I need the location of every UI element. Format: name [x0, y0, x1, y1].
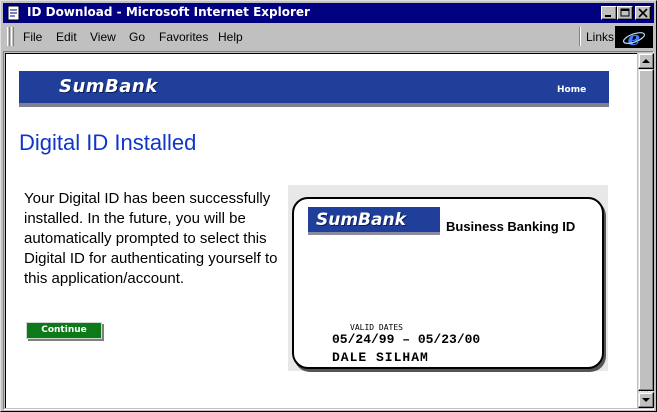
- links-toolbar[interactable]: Links: [586, 30, 614, 44]
- page-viewport[interactable]: SumBank Home Digital ID Installed Your D…: [5, 53, 637, 408]
- menu-grip: [11, 27, 14, 46]
- valid-dates: 05/24/99 – 05/23/00: [332, 332, 481, 347]
- menu-go[interactable]: Go: [129, 30, 145, 44]
- valid-dates-label: VALID DATES: [350, 323, 403, 332]
- menu-bar: File Edit View Go Favorites Help Links e: [3, 25, 654, 50]
- card-holder-name: DALE SILHAM: [332, 350, 429, 365]
- scroll-thumb[interactable]: [638, 69, 654, 391]
- page-icon: [7, 5, 20, 21]
- minimize-icon: [605, 15, 611, 17]
- card-type: Business Banking ID: [446, 219, 576, 234]
- scroll-up-button[interactable]: [638, 53, 654, 69]
- menu-help[interactable]: Help: [218, 30, 243, 44]
- ie-logo-icon: e: [622, 26, 646, 50]
- card-brand-text: SumBank: [316, 210, 406, 230]
- ie-throbber: e: [615, 26, 653, 50]
- digital-id-card: SumBank Business Banking ID VALID DATES …: [292, 197, 604, 369]
- home-link[interactable]: Home: [557, 85, 586, 95]
- page-title: Digital ID Installed: [19, 130, 197, 155]
- brand-logo[interactable]: SumBank: [59, 76, 158, 97]
- menu-favorites[interactable]: Favorites: [159, 30, 208, 44]
- close-button[interactable]: [635, 6, 651, 20]
- site-banner: SumBank Home: [19, 71, 609, 107]
- arrow-down-icon: [642, 398, 650, 402]
- svg-text:e: e: [628, 26, 641, 48]
- browser-window: ID Download - Microsoft Internet Explore…: [0, 0, 657, 412]
- menu-view[interactable]: View: [90, 30, 116, 44]
- menu-file[interactable]: File: [23, 30, 42, 44]
- links-separator: [579, 27, 581, 46]
- content-frame: SumBank Home Digital ID Installed Your D…: [3, 51, 654, 410]
- card-brand-logo: SumBank: [308, 207, 440, 235]
- scroll-down-button[interactable]: [638, 392, 654, 408]
- continue-button[interactable]: Continue: [26, 322, 102, 339]
- vertical-scrollbar[interactable]: [638, 53, 654, 408]
- close-icon: [638, 8, 648, 18]
- minimize-button[interactable]: [601, 6, 617, 20]
- menu-grip: [7, 27, 10, 46]
- menu-edit[interactable]: Edit: [56, 30, 77, 44]
- window-title: ID Download - Microsoft Internet Explore…: [27, 5, 310, 19]
- maximize-icon: [620, 8, 630, 17]
- install-message: Your Digital ID has been successfully in…: [24, 190, 278, 287]
- arrow-up-icon: [642, 59, 650, 63]
- title-bar[interactable]: ID Download - Microsoft Internet Explore…: [3, 3, 654, 23]
- maximize-button[interactable]: [617, 6, 633, 20]
